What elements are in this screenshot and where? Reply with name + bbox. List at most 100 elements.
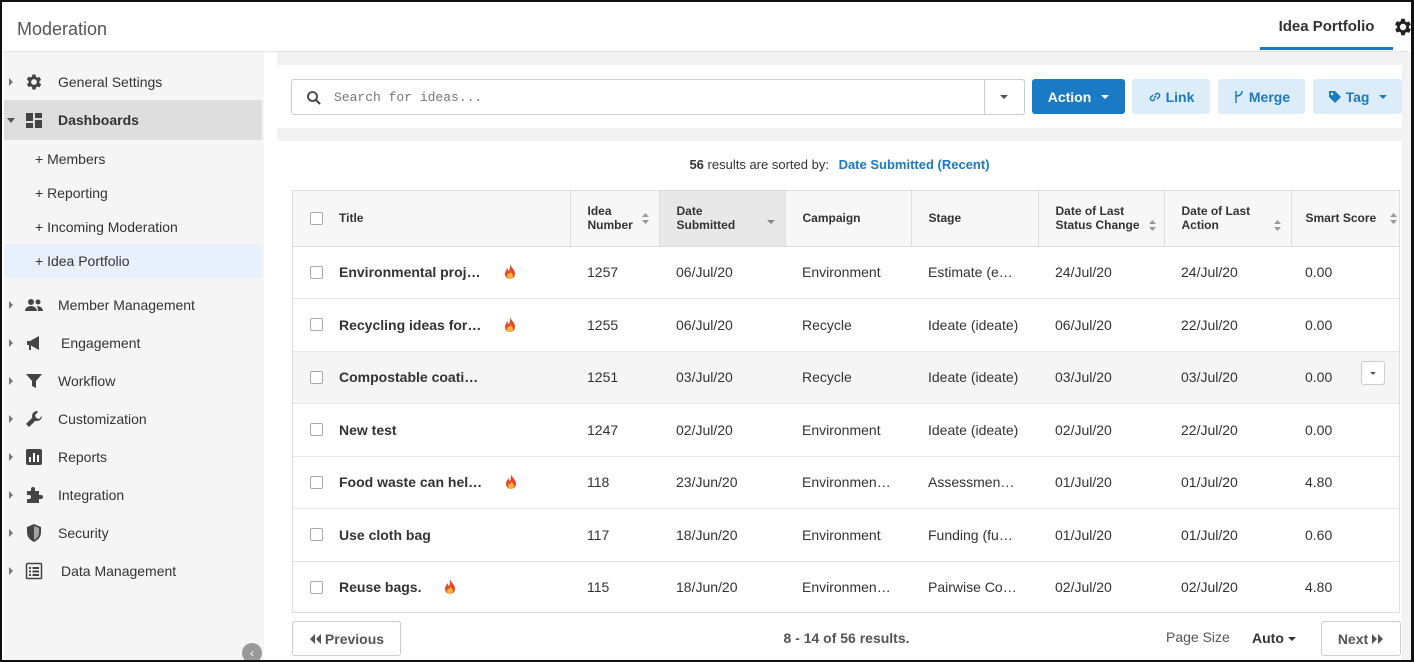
cell-number: 1251 — [587, 369, 619, 386]
col-smart-score[interactable]: Smart Score — [1291, 191, 1399, 247]
col-idea-number-label-1: Idea — [587, 204, 612, 219]
cell-submitted: 06/Jul/20 — [676, 316, 733, 333]
cell-status-change: 01/Jul/20 — [1055, 474, 1112, 491]
cell-score: 0.60 — [1305, 526, 1333, 543]
tag-button[interactable]: Tag — [1313, 79, 1402, 114]
search-dropdown-toggle[interactable] — [984, 80, 1024, 114]
sort-text: results are sorted by: — [707, 157, 829, 172]
sidebar-sub-members[interactable]: + Members — [4, 142, 262, 176]
sidebar-item-label: Engagement — [61, 335, 141, 351]
col-status-change[interactable]: Date of Last Status Change — [1038, 191, 1165, 247]
merge-button[interactable]: Merge — [1218, 79, 1305, 114]
results-range: 8 - 14 of 56 results. — [783, 630, 910, 646]
row-actions-dropdown[interactable] — [1361, 361, 1385, 385]
row-checkbox[interactable] — [310, 580, 323, 594]
sidebar-item-general-settings[interactable]: General Settings — [4, 63, 262, 101]
cell-title[interactable]: Food waste can hel… — [293, 456, 570, 509]
row-checkbox[interactable] — [310, 370, 323, 384]
col-date-submitted[interactable]: Date Submitted — [659, 191, 786, 247]
fire-icon — [443, 579, 457, 595]
select-all-checkbox[interactable] — [310, 211, 323, 225]
idea-title-link[interactable]: Environmental proj… — [339, 264, 481, 280]
tag-icon — [1328, 90, 1341, 103]
cell-stage: Estimate (e… — [928, 264, 1013, 281]
sidebar-item-label: Reports — [58, 449, 108, 465]
table-row[interactable]: Recycling ideas for… 1255 06/Jul/20 Recycle… — [293, 299, 1399, 352]
gear-icon[interactable] — [1392, 16, 1414, 38]
sidebar-item-data-management[interactable]: Data Management — [4, 552, 262, 590]
cell-submitted: 23/Jun/20 — [676, 474, 738, 491]
cell-submitted: 03/Jul/20 — [676, 369, 733, 386]
sidebar-item-engagement[interactable]: Engagement — [4, 324, 262, 362]
next-button[interactable]: Next — [1321, 621, 1401, 656]
col-stage[interactable]: Stage — [911, 191, 1039, 247]
tab-idea-portfolio[interactable]: Idea Portfolio — [1260, 4, 1393, 50]
idea-title-link[interactable]: Recycling ideas for… — [339, 317, 481, 333]
idea-title-link[interactable]: Reuse bags. — [339, 579, 421, 595]
sidebar-item-label: General Settings — [58, 74, 163, 90]
shield-icon — [27, 524, 41, 542]
idea-title-link[interactable]: Compostable coati… — [339, 369, 478, 385]
sidebar-item-label: Member Management — [58, 297, 195, 313]
cell-title[interactable]: Recycling ideas for… — [293, 299, 570, 352]
sidebar-item-workflow[interactable]: Workflow — [4, 362, 262, 400]
cell-submitted: 18/Jun/20 — [676, 526, 738, 543]
cell-campaign: Environment — [802, 264, 881, 281]
row-checkbox[interactable] — [310, 423, 323, 437]
idea-title-link[interactable]: New test — [339, 422, 397, 438]
col-last-action[interactable]: Date of Last Action — [1164, 191, 1292, 247]
caret-right-icon — [9, 377, 13, 385]
cell-last-action: 01/Jul/20 — [1181, 526, 1238, 543]
table-row[interactable]: Food waste can hel… 118 23/Jun/20 Environme… — [293, 456, 1399, 509]
row-checkbox[interactable] — [310, 475, 323, 489]
sidebar-item-label: Security — [58, 525, 109, 541]
sidebar-item-reports[interactable]: Reports — [4, 438, 262, 476]
sidebar-sub-incoming-moderation[interactable]: + Incoming Moderation — [4, 210, 262, 244]
cell-campaign: Recycle — [802, 369, 852, 386]
top-bar: Moderation Idea Portfolio — [4, 4, 1411, 52]
sidebar-collapse-button[interactable]: ‹ — [242, 643, 262, 660]
sidebar-item-dashboards[interactable]: Dashboards — [4, 100, 262, 140]
sort-field-link[interactable]: Date Submitted (Recent) — [839, 157, 990, 172]
row-checkbox[interactable] — [310, 318, 323, 332]
caret-right-icon — [9, 453, 13, 461]
sidebar-item-customization[interactable]: Customization — [4, 400, 262, 438]
merge-icon — [1235, 90, 1243, 103]
table-row[interactable]: Reuse bags. 115 18/Jun/20 Environmen… Pairwi… — [293, 561, 1399, 612]
cell-title[interactable]: Reuse bags. — [293, 561, 570, 612]
action-button[interactable]: Action — [1032, 79, 1125, 114]
table-row[interactable]: Compostable coati… 1251 03/Jul/20 Recycle Id… — [293, 351, 1399, 404]
sidebar-item-security[interactable]: Security — [4, 514, 262, 552]
col-campaign[interactable]: Campaign — [785, 191, 912, 247]
sidebar-item-member-management[interactable]: Member Management — [4, 286, 262, 324]
page-size-select[interactable]: Auto — [1252, 630, 1296, 646]
row-checkbox[interactable] — [310, 265, 323, 279]
table-row[interactable]: Environmental proj… 1257 06/Jul/20 Environm… — [293, 246, 1399, 299]
sidebar-item-integration[interactable]: Integration — [4, 476, 262, 514]
cell-title[interactable]: Use cloth bag — [293, 509, 570, 562]
caret-right-icon — [9, 301, 13, 309]
cell-last-action: 22/Jul/20 — [1181, 421, 1238, 438]
col-idea-number[interactable]: Idea Number — [570, 191, 660, 247]
cell-title[interactable]: Compostable coati… — [293, 351, 570, 404]
cell-title[interactable]: Environmental proj… — [293, 246, 570, 299]
sidebar-sub-idea-portfolio[interactable]: + Idea Portfolio — [4, 244, 262, 278]
table-row[interactable]: New test 1247 02/Jul/20 Environment Ideate (… — [293, 404, 1399, 457]
sidebar-sub-reporting[interactable]: + Reporting — [4, 176, 262, 210]
cell-stage: Pairwise Co… — [928, 579, 1017, 596]
cell-submitted: 18/Jun/20 — [676, 579, 738, 596]
cell-campaign: Recycle — [802, 316, 852, 333]
row-checkbox[interactable] — [310, 528, 323, 542]
cell-status-change: 06/Jul/20 — [1055, 316, 1112, 333]
idea-title-link[interactable]: Food waste can hel… — [339, 474, 482, 490]
col-title[interactable]: Title — [293, 191, 571, 247]
cell-title[interactable]: New test — [293, 404, 570, 457]
link-button[interactable]: Link — [1132, 79, 1210, 114]
cell-stage: Ideate (ideate) — [928, 421, 1019, 438]
fire-icon — [503, 264, 517, 280]
idea-title-link[interactable]: Use cloth bag — [339, 527, 431, 543]
table-row[interactable]: Use cloth bag 117 18/Jun/20 Environment Fund… — [293, 509, 1399, 562]
search-input[interactable] — [334, 86, 974, 108]
cell-stage: Ideate (ideate) — [928, 316, 1019, 333]
col-status-change-label-2: Status Change — [1055, 218, 1140, 233]
